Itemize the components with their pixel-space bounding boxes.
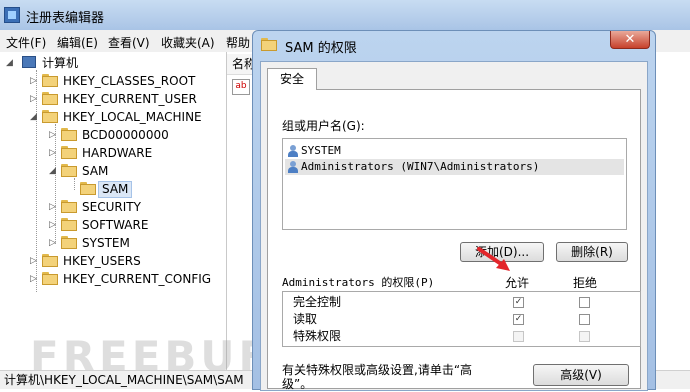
deny-checkbox[interactable] — [579, 314, 590, 325]
regedit-title-bar: 注册表编辑器 — [0, 0, 690, 30]
collapsed-arrow-icon[interactable]: ▷ — [49, 144, 59, 162]
folder-icon — [42, 92, 58, 105]
collapsed-arrow-icon[interactable]: ▷ — [49, 198, 59, 216]
expanded-arrow-icon[interactable]: ◢ — [6, 54, 16, 72]
allow-checkbox-disabled — [513, 331, 524, 342]
user-group-icon — [287, 161, 299, 173]
tree-label: HKEY_LOCAL_MACHINE — [63, 110, 202, 124]
collapsed-arrow-icon[interactable]: ▷ — [30, 90, 40, 108]
expanded-arrow-icon[interactable]: ◢ — [30, 108, 40, 126]
deny-checkbox[interactable] — [579, 297, 590, 308]
perm-row-special: 特殊权限 — [283, 328, 640, 345]
advanced-hint-line2: 级”。 — [282, 377, 313, 391]
user-list[interactable]: SYSTEM Administrators (WIN7\Administrato… — [282, 138, 627, 230]
folder-icon — [61, 146, 77, 159]
user-name: Administrators (WIN7\Administrators) — [301, 160, 540, 173]
allow-checkbox[interactable]: ✓ — [513, 314, 524, 325]
permission-name: 读取 — [293, 312, 318, 326]
collapsed-arrow-icon[interactable]: ▷ — [49, 126, 59, 144]
permission-name: 完全控制 — [293, 295, 342, 309]
folder-icon — [261, 38, 277, 51]
folder-icon — [61, 200, 77, 213]
security-tab-panel: 组或用户名(G): SYSTEM Administrators (WIN7\Ad… — [267, 89, 641, 391]
tree-label: SOFTWARE — [82, 218, 149, 232]
dialog-title: SAM 的权限 — [285, 41, 357, 56]
tree-label: HARDWARE — [82, 146, 153, 160]
user-group-icon — [287, 145, 299, 157]
tree-label: 计算机 — [42, 56, 79, 70]
permissions-table: 完全控制 ✓ 读取 ✓ 特殊权限 — [282, 291, 641, 347]
tree-label: SYSTEM — [82, 236, 130, 250]
status-path: 计算机\HKEY_LOCAL_MACHINE\SAM\SAM — [4, 373, 244, 387]
user-row-administrators[interactable]: Administrators (WIN7\Administrators) — [285, 159, 624, 175]
tree-label-selected: SAM — [98, 181, 133, 198]
permissions-dialog: SAM 的权限 ✕ 安全 组或用户名(G): SYSTEM Administra… — [252, 30, 656, 391]
user-row-system[interactable]: SYSTEM — [285, 143, 624, 159]
folder-icon — [61, 164, 77, 177]
collapsed-arrow-icon[interactable]: ▷ — [30, 72, 40, 90]
menu-favorites[interactable]: 收藏夹(A) — [161, 34, 215, 51]
collapsed-arrow-icon[interactable]: ▷ — [49, 234, 59, 252]
deny-checkbox-disabled — [579, 331, 590, 342]
tree-label: BCD00000000 — [82, 128, 169, 142]
advanced-button[interactable]: 高级(V) — [533, 364, 629, 386]
menu-view[interactable]: 查看(V) — [108, 34, 150, 51]
collapsed-arrow-icon[interactable]: ▷ — [49, 216, 59, 234]
collapsed-arrow-icon[interactable]: ▷ — [30, 252, 40, 270]
folder-icon — [42, 110, 58, 123]
folder-icon — [42, 74, 58, 87]
allow-checkbox[interactable]: ✓ — [513, 297, 524, 308]
folder-icon — [61, 218, 77, 231]
folder-icon — [61, 236, 77, 249]
folder-icon — [42, 254, 58, 267]
user-name: SYSTEM — [301, 144, 341, 157]
close-button[interactable]: ✕ — [610, 31, 650, 49]
deny-column-header: 拒绝 — [573, 276, 598, 290]
permission-name: 特殊权限 — [293, 329, 342, 343]
tree-label: HKEY_CURRENT_USER — [63, 92, 197, 106]
string-value-icon: ab — [232, 79, 250, 95]
folder-icon — [42, 272, 58, 285]
tab-security[interactable]: 安全 — [267, 68, 317, 90]
permissions-label: Administrators 的权限(P) — [282, 276, 435, 289]
group-users-label: 组或用户名(G): — [282, 119, 365, 133]
registry-tree[interactable]: ◢ 计算机 ▷ HKEY_CLASSES_ROOT ▷ HKEY_CURRENT… — [0, 52, 227, 370]
perm-row-read: 读取 ✓ — [283, 311, 640, 328]
menu-help[interactable]: 帮助 — [226, 34, 250, 51]
computer-icon — [22, 56, 36, 68]
perm-row-full-control: 完全控制 ✓ — [283, 294, 640, 311]
menu-file[interactable]: 文件(F) — [6, 34, 46, 51]
tree-label: HKEY_USERS — [63, 254, 141, 268]
menu-edit[interactable]: 编辑(E) — [57, 34, 98, 51]
tree-label: HKEY_CLASSES_ROOT — [63, 74, 196, 88]
collapsed-arrow-icon[interactable]: ▷ — [30, 270, 40, 288]
remove-button[interactable]: 删除(R) — [556, 242, 628, 262]
expanded-arrow-icon[interactable]: ◢ — [49, 162, 59, 180]
dialog-body: 安全 组或用户名(G): SYSTEM Administrators (WIN7… — [260, 61, 648, 391]
regedit-title: 注册表编辑器 — [26, 11, 105, 26]
folder-icon — [80, 182, 96, 195]
red-arrow-annotation-icon — [477, 247, 510, 271]
regedit-app-icon — [4, 7, 20, 23]
tree-label: HKEY_CURRENT_CONFIG — [63, 272, 212, 286]
tree-label: SAM — [82, 164, 109, 178]
tree-label: SECURITY — [82, 200, 141, 214]
folder-icon — [61, 128, 77, 141]
allow-column-header: 允许 — [505, 276, 530, 290]
